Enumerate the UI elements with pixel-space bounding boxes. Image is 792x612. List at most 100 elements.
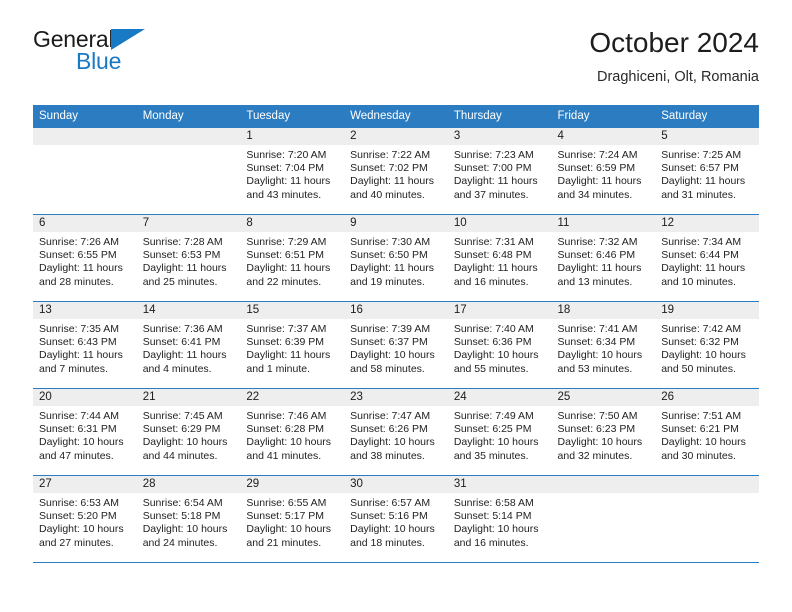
day-details: Sunrise: 7:24 AM Sunset: 6:59 PM Daylight:… xyxy=(552,145,656,202)
daylight-duration-line1: Daylight: 10 hours xyxy=(142,523,228,536)
calendar-day-cell[interactable]: 7 Sunrise: 7:28 AM Sunset: 6:53 PM Daylight… xyxy=(136,214,241,302)
calendar-day-cell[interactable]: 20 Sunrise: 7:44 AM Sunset: 6:31 PM Dayligh… xyxy=(33,388,137,476)
sunrise-time: Sunrise: 7:39 AM xyxy=(350,323,431,335)
day-cell-inner: 20 Sunrise: 7:44 AM Sunset: 6:31 PM Dayligh… xyxy=(33,389,137,475)
daylight-duration-line2: and 13 minutes. xyxy=(557,275,633,288)
day-number: 15 xyxy=(240,302,345,319)
calendar-day-cell[interactable]: 1 Sunrise: 7:20 AM Sunset: 7:04 PM Daylight… xyxy=(240,128,345,215)
sunrise-time: Sunrise: 7:40 AM xyxy=(453,323,534,335)
brand-logo: General Blue xyxy=(33,26,253,82)
daylight-duration-line1: Daylight: 11 hours xyxy=(142,262,227,275)
calendar-day-cell[interactable]: 16 Sunrise: 7:39 AM Sunset: 6:37 PM Dayligh… xyxy=(344,301,448,389)
day-number: 9 xyxy=(344,215,448,232)
sunrise-time: Sunrise: 6:53 AM xyxy=(39,497,119,509)
calendar-day-cell[interactable]: 30 Sunrise: 6:57 AM Sunset: 5:16 PM Dayligh… xyxy=(344,475,448,562)
day-cell-inner: 9 Sunrise: 7:30 AM Sunset: 6:50 PM Daylight… xyxy=(344,215,448,301)
day-cell-inner: 29 Sunrise: 6:55 AM Sunset: 5:17 PM Dayligh… xyxy=(240,476,345,562)
daylight-duration-line1: Daylight: 10 hours xyxy=(246,436,332,449)
day-number: 4 xyxy=(551,128,656,145)
daylight-duration-line1: Daylight: 10 hours xyxy=(246,523,332,536)
sunset-time: Sunset: 6:25 PM xyxy=(453,423,532,436)
calendar-day-cell[interactable]: 27 Sunrise: 6:53 AM Sunset: 5:20 PM Dayligh… xyxy=(33,475,137,562)
sunset-time: Sunset: 6:57 PM xyxy=(661,162,739,175)
sunrise-time: Sunrise: 6:58 AM xyxy=(453,497,534,509)
sunrise-time: Sunrise: 7:20 AM xyxy=(246,149,327,161)
day-details: Sunrise: 7:40 AM Sunset: 6:36 PM Daylight:… xyxy=(448,319,552,376)
day-number: 10 xyxy=(447,215,552,232)
calendar-bottom-rule xyxy=(33,562,759,564)
calendar-day-cell[interactable]: 11 Sunrise: 7:32 AM Sunset: 6:46 PM Dayligh… xyxy=(551,214,656,302)
calendar-day-cell xyxy=(136,128,241,215)
day-number: 29 xyxy=(240,476,345,493)
day-cell-inner: 24 Sunrise: 7:49 AM Sunset: 6:25 PM Dayligh… xyxy=(447,389,552,475)
daylight-duration-line1: Daylight: 11 hours xyxy=(557,262,642,275)
day-details: Sunrise: 7:41 AM Sunset: 6:34 PM Daylight:… xyxy=(552,319,656,376)
sunset-time: Sunset: 6:34 PM xyxy=(557,336,636,349)
calendar-day-cell[interactable]: 26 Sunrise: 7:51 AM Sunset: 6:21 PM Dayligh… xyxy=(655,388,759,476)
day-cell-inner: 23 Sunrise: 7:47 AM Sunset: 6:26 PM Dayligh… xyxy=(344,389,448,475)
day-details: Sunrise: 7:42 AM Sunset: 6:32 PM Daylight:… xyxy=(655,319,759,376)
daylight-duration-line2: and 55 minutes. xyxy=(453,362,529,375)
calendar-day-cell[interactable]: 25 Sunrise: 7:50 AM Sunset: 6:23 PM Dayligh… xyxy=(551,388,656,476)
calendar-day-cell[interactable]: 9 Sunrise: 7:30 AM Sunset: 6:50 PM Daylight… xyxy=(344,214,448,302)
sunset-time: Sunset: 6:28 PM xyxy=(246,423,325,436)
day-number: 16 xyxy=(344,302,448,319)
daylight-duration-line1: Daylight: 10 hours xyxy=(350,349,435,362)
weekday-header-tuesday: Tuesday xyxy=(240,105,345,128)
daylight-duration-line1: Daylight: 11 hours xyxy=(661,262,746,275)
calendar-day-cell[interactable]: 6 Sunrise: 7:26 AM Sunset: 6:55 PM Daylight… xyxy=(33,214,137,302)
sunrise-time: Sunrise: 6:54 AM xyxy=(142,497,223,509)
calendar-day-cell[interactable]: 12 Sunrise: 7:34 AM Sunset: 6:44 PM Dayligh… xyxy=(655,214,759,302)
daylight-duration-line2: and 38 minutes. xyxy=(350,449,425,462)
day-cell-inner: 12 Sunrise: 7:34 AM Sunset: 6:44 PM Dayligh… xyxy=(655,215,759,301)
day-number: 1 xyxy=(240,128,345,145)
calendar-day-cell[interactable]: 3 Sunrise: 7:23 AM Sunset: 7:00 PM Daylight… xyxy=(447,128,552,215)
sunrise-time: Sunrise: 7:35 AM xyxy=(39,323,119,335)
calendar-day-cell[interactable]: 13 Sunrise: 7:35 AM Sunset: 6:43 PM Dayligh… xyxy=(33,301,137,389)
calendar-day-cell[interactable]: 19 Sunrise: 7:42 AM Sunset: 6:32 PM Dayligh… xyxy=(655,301,759,389)
day-number: 20 xyxy=(33,389,137,406)
calendar-day-cell[interactable]: 24 Sunrise: 7:49 AM Sunset: 6:25 PM Dayligh… xyxy=(447,388,552,476)
day-cell-inner: 27 Sunrise: 6:53 AM Sunset: 5:20 PM Dayligh… xyxy=(33,476,137,562)
day-number: 19 xyxy=(655,302,759,319)
daylight-duration-line2: and 32 minutes. xyxy=(557,449,633,462)
calendar-day-cell[interactable]: 8 Sunrise: 7:29 AM Sunset: 6:51 PM Daylight… xyxy=(240,214,345,302)
weekday-header-thursday: Thursday xyxy=(447,105,552,128)
sunset-time: Sunset: 7:04 PM xyxy=(246,162,325,175)
sunrise-time: Sunrise: 7:41 AM xyxy=(557,323,638,335)
daylight-duration-line2: and 24 minutes. xyxy=(142,536,218,549)
calendar-day-cell[interactable]: 4 Sunrise: 7:24 AM Sunset: 6:59 PM Daylight… xyxy=(551,128,656,215)
page-header: General Blue October 2024 Draghiceni, Ol… xyxy=(33,26,759,98)
sunset-time: Sunset: 6:29 PM xyxy=(142,423,221,436)
weekday-header-row: Sunday Monday Tuesday Wednesday Thursday… xyxy=(33,105,759,128)
calendar-day-cell[interactable]: 18 Sunrise: 7:41 AM Sunset: 6:34 PM Dayligh… xyxy=(551,301,656,389)
calendar-day-cell[interactable]: 23 Sunrise: 7:47 AM Sunset: 6:26 PM Dayligh… xyxy=(344,388,448,476)
sunrise-time: Sunrise: 7:22 AM xyxy=(350,149,431,161)
calendar-day-cell[interactable]: 28 Sunrise: 6:54 AM Sunset: 5:18 PM Dayligh… xyxy=(136,475,241,562)
calendar-day-cell[interactable]: 22 Sunrise: 7:46 AM Sunset: 6:28 PM Dayligh… xyxy=(240,388,345,476)
sunset-time: Sunset: 6:21 PM xyxy=(661,423,739,436)
day-number: 27 xyxy=(33,476,137,493)
day-cell-inner: 10 Sunrise: 7:31 AM Sunset: 6:48 PM Dayligh… xyxy=(447,215,552,301)
calendar-day-cell[interactable]: 21 Sunrise: 7:45 AM Sunset: 6:29 PM Dayligh… xyxy=(136,388,241,476)
day-cell-inner: 16 Sunrise: 7:39 AM Sunset: 6:37 PM Dayligh… xyxy=(344,302,448,388)
sunset-time: Sunset: 6:37 PM xyxy=(350,336,428,349)
calendar-day-cell[interactable]: 2 Sunrise: 7:22 AM Sunset: 7:02 PM Daylight… xyxy=(344,128,448,215)
calendar-day-cell[interactable]: 31 Sunrise: 6:58 AM Sunset: 5:14 PM Dayligh… xyxy=(447,475,552,562)
sunrise-time: Sunrise: 7:50 AM xyxy=(557,410,638,422)
calendar-day-cell[interactable]: 17 Sunrise: 7:40 AM Sunset: 6:36 PM Dayligh… xyxy=(447,301,552,389)
day-cell-inner: 13 Sunrise: 7:35 AM Sunset: 6:43 PM Dayligh… xyxy=(33,302,137,388)
calendar-day-cell[interactable]: 15 Sunrise: 7:37 AM Sunset: 6:39 PM Dayligh… xyxy=(240,301,345,389)
calendar-day-cell[interactable]: 10 Sunrise: 7:31 AM Sunset: 6:48 PM Dayligh… xyxy=(447,214,552,302)
day-details: Sunrise: 7:45 AM Sunset: 6:29 PM Daylight:… xyxy=(137,406,241,463)
day-details: Sunrise: 7:25 AM Sunset: 6:57 PM Daylight:… xyxy=(655,145,759,202)
calendar-day-cell[interactable]: 14 Sunrise: 7:36 AM Sunset: 6:41 PM Dayligh… xyxy=(136,301,241,389)
day-number: 30 xyxy=(344,476,448,493)
calendar-header-row-group: Sunday Monday Tuesday Wednesday Thursday… xyxy=(33,105,759,128)
calendar-week-row: 6 Sunrise: 7:26 AM Sunset: 6:55 PM Daylight… xyxy=(33,214,759,302)
calendar-day-cell[interactable]: 29 Sunrise: 6:55 AM Sunset: 5:17 PM Dayligh… xyxy=(240,475,345,562)
daylight-duration-line2: and 30 minutes. xyxy=(661,449,736,462)
calendar-day-cell[interactable]: 5 Sunrise: 7:25 AM Sunset: 6:57 PM Daylight… xyxy=(655,128,759,215)
title-block: October 2024 Draghiceni, Olt, Romania xyxy=(589,26,759,88)
daylight-duration-line2: and 10 minutes. xyxy=(661,275,736,288)
